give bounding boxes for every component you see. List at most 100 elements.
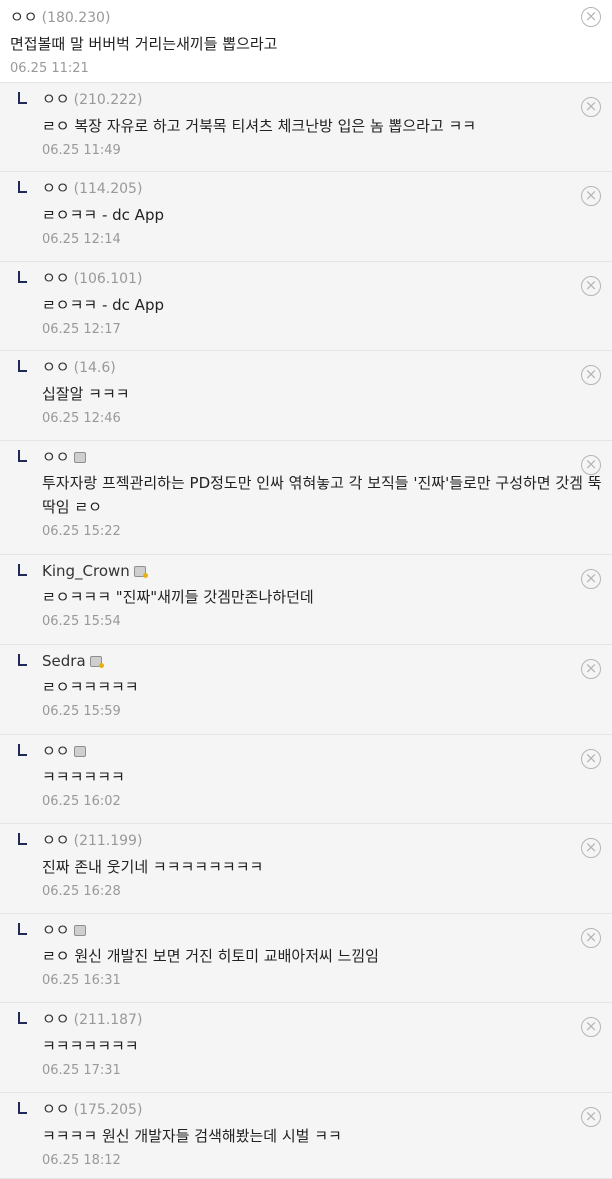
ip-address: (211.199) [73,833,143,849]
comment-date: 06.25 12:46 [42,411,121,426]
comment-header: Sedra [42,649,602,673]
nickname[interactable]: ㅇㅇ [42,448,70,466]
reply-corner-icon [18,181,27,193]
close-circle-icon[interactable]: × [581,455,601,475]
comment-header: ㅇㅇ (180.230) [10,5,602,30]
comment-text: ㄹㅇㅋㅋㅋ "진짜"새끼들 갓겜만존나하던데 [42,588,314,606]
nickname[interactable]: ㅇㅇ [42,358,70,376]
reply-comment: ㅇㅇ 투자자랑 프젝관리하는 PD정도만 인싸 엮혀놓고 각 보직들 '진짜'들로… [0,441,612,555]
comment-header: ㅇㅇ (14.6) [42,355,602,380]
close-circle-icon[interactable]: × [581,97,601,117]
comment-date: 06.25 15:59 [42,704,121,719]
reply-comment: ㅇㅇ ㄹㅇ 원신 개발진 보면 거진 히토미 교배아저씨 느낌임 06.25 16:… [0,914,612,1003]
member-icon [73,452,86,463]
reply-corner-icon [18,1102,27,1114]
comment-text: ㄹㅇㅋㅋ - dc App [42,206,164,224]
comment-header: ㅇㅇ (210.222) [42,87,602,112]
comment-date: 06.25 16:28 [42,884,121,899]
close-circle-icon[interactable]: × [581,659,601,679]
gold-member-icon [133,566,148,578]
comment-date: 06.25 17:31 [42,1063,121,1078]
reply-comment: King_Crown ㄹㅇㅋㅋㅋ "진짜"새끼들 갓겜만존나하던데 06.25 15… [0,555,612,645]
ip-address: (175.205) [73,1102,143,1118]
reply-corner-icon [18,833,27,845]
close-circle-icon[interactable]: × [581,365,601,385]
nickname[interactable]: ㅇㅇ [42,1010,70,1028]
ip-address: (210.222) [73,92,143,108]
reply-corner-icon [18,923,27,935]
comment-header: ㅇㅇ [42,445,602,469]
comment-header: ㅇㅇ (211.199) [42,828,602,853]
close-circle-icon[interactable]: × [581,749,601,769]
reply-comment: ㅇㅇ (211.199) 진짜 존내 웃기네 ㅋㅋㅋㅋㅋㅋㅋㅋ 06.25 16:28… [0,824,612,914]
comment-text: 진짜 존내 웃기네 ㅋㅋㅋㅋㅋㅋㅋㅋ [42,858,264,876]
close-circle-icon[interactable]: × [581,1107,601,1127]
comment-date: 06.25 18:12 [42,1153,121,1168]
nickname[interactable]: ㅇㅇ [42,831,70,849]
comment-text: ㅋㅋㅋㅋㅋㅋ [42,768,125,786]
close-circle-icon[interactable]: × [581,928,601,948]
close-circle-icon[interactable]: × [581,276,601,296]
reply-comment: ㅇㅇ (106.101) ㄹㅇㅋㅋ - dc App 06.25 12:17 × [0,262,612,351]
close-circle-icon[interactable]: × [581,7,601,27]
reply-corner-icon [18,654,27,666]
comment-date: 06.25 12:17 [42,322,121,337]
comment-date: 06.25 16:02 [42,794,121,809]
comment-list: ㅇㅇ (180.230) 면접볼때 말 버버벅 거리는새끼들 뽑으라고 06.25… [0,0,612,1179]
comment-date: 06.25 11:49 [42,143,121,158]
comment-header: King_Crown [42,559,602,583]
reply-comment: ㅇㅇ (211.187) ㅋㅋㅋㅋㅋㅋㅋ 06.25 17:31 × [0,1003,612,1093]
reply-comment: ㅇㅇㅋㅋㅋㅋㅋㅋ 06.25 16:02 × [0,735,612,824]
comment-text: 면접볼때 말 버버벅 거리는새끼들 뽑으라고 [10,35,278,53]
member-icon [73,925,86,936]
ip-address: (211.187) [73,1012,143,1028]
reply-comment: ㅇㅇ (14.6) 십잘알 ㅋㅋㅋ 06.25 12:46 × [0,351,612,441]
nickname[interactable]: King_Crown [42,562,130,580]
reply-comment: ㅇㅇ (175.205) ㅋㅋㅋㅋ 원신 개발자들 검색해봤는데 시벌 ㅋㅋ 06.2… [0,1093,612,1179]
close-circle-icon[interactable]: × [581,186,601,206]
comment-date: 06.25 15:54 [42,614,121,629]
comment-text: ㄹㅇㅋㅋㅋㅋㅋ [42,678,139,696]
reply-comment: Sedra ㄹㅇㅋㅋㅋㅋㅋ 06.25 15:59 × [0,645,612,735]
comment-date: 06.25 12:14 [42,232,121,247]
nickname[interactable]: Sedra [42,652,86,670]
reply-comment: ㅇㅇ (114.205) ㄹㅇㅋㅋ - dc App 06.25 12:14 × [0,172,612,262]
comment-item: ㅇㅇ (180.230) 면접볼때 말 버버벅 거리는새끼들 뽑으라고 06.25… [0,0,612,83]
reply-corner-icon [18,1012,27,1024]
nickname[interactable]: ㅇㅇ [10,8,38,26]
comment-header: ㅇㅇ (175.205) [42,1097,602,1122]
close-circle-icon[interactable]: × [581,569,601,589]
comment-header: ㅇㅇ (106.101) [42,266,602,291]
reply-corner-icon [18,271,27,283]
nickname[interactable]: ㅇㅇ [42,921,70,939]
nickname[interactable]: ㅇㅇ [42,269,70,287]
nickname[interactable]: ㅇㅇ [42,179,70,197]
close-circle-icon[interactable]: × [581,1017,601,1037]
nickname[interactable]: ㅇㅇ [42,1100,70,1118]
nickname[interactable]: ㅇㅇ [42,90,70,108]
comment-text: 십잘알 ㅋㅋㅋ [42,385,130,403]
comment-date: 06.25 11:21 [10,61,89,76]
comment-text: 투자자랑 프젝관리하는 PD정도만 인싸 엮혀놓고 각 보직들 '진짜'들로만 … [42,474,602,516]
member-icon [73,746,86,757]
ip-address: (180.230) [41,10,111,26]
close-circle-icon[interactable]: × [581,838,601,858]
comment-text: ㅋㅋㅋㅋㅋㅋㅋ [42,1037,139,1055]
comment-text: ㄹㅇ 원신 개발진 보면 거진 히토미 교배아저씨 느낌임 [42,947,379,965]
reply-comment: ㅇㅇ (210.222) ㄹㅇ 복장 자유로 하고 거북목 티셔츠 체크난방 입은 … [0,83,612,172]
ip-address: (114.205) [73,181,143,197]
comment-header: ㅇㅇ (114.205) [42,176,602,201]
comment-header: ㅇㅇ [42,918,602,942]
comment-text: ㄹㅇ 복장 자유로 하고 거북목 티셔츠 체크난방 입은 놈 뽑으라고 ㅋㅋ [42,117,477,135]
reply-corner-icon [18,92,27,104]
comment-header: ㅇㅇ [42,739,602,763]
reply-corner-icon [18,360,27,372]
reply-corner-icon [18,744,27,756]
comment-text: ㅋㅋㅋㅋ 원신 개발자들 검색해봤는데 시벌 ㅋㅋ [42,1127,342,1145]
gold-member-icon [89,656,104,668]
comment-text: ㄹㅇㅋㅋ - dc App [42,296,164,314]
reply-corner-icon [18,564,27,576]
nickname[interactable]: ㅇㅇ [42,742,70,760]
ip-address: (14.6) [73,360,116,376]
comment-date: 06.25 15:22 [42,524,121,539]
